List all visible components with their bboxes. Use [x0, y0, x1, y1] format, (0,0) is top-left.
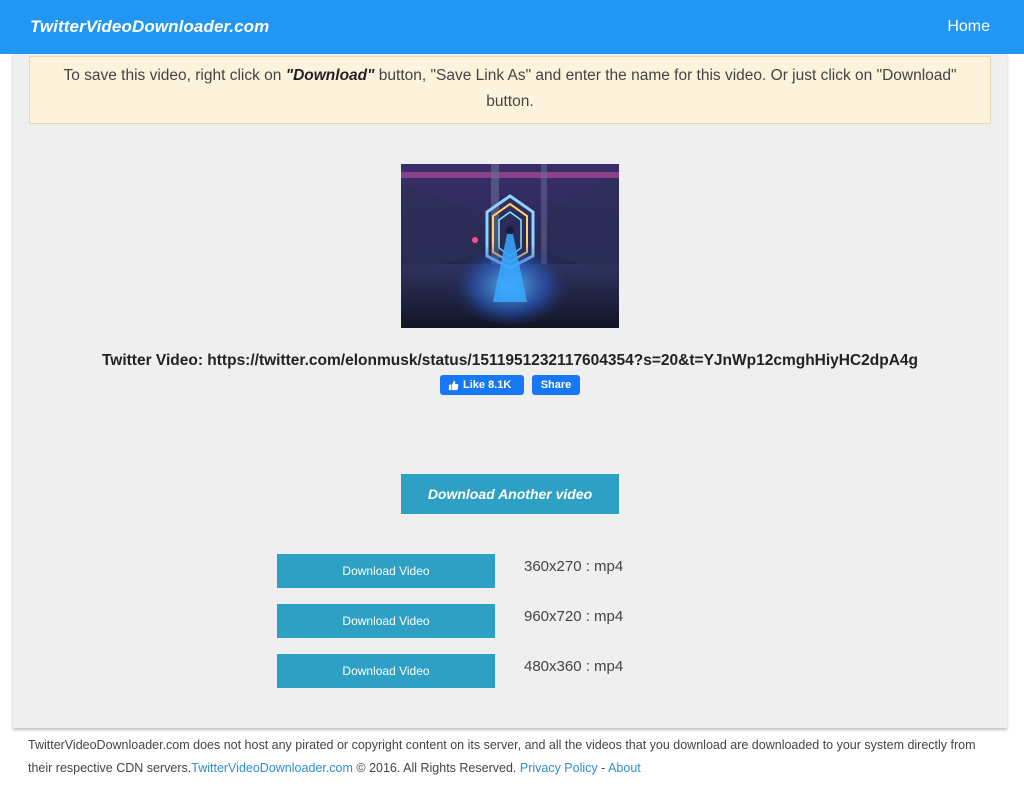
notice-emphasis: "Download" [285, 67, 375, 84]
main-card: To save this video, right click on "Down… [13, 54, 1007, 728]
download-row: Download Video 960x720 : mp4 [277, 604, 777, 640]
privacy-policy-link[interactable]: Privacy Policy [520, 761, 598, 775]
footer-copyright: © 2016. All Rights Reserved. [352, 761, 520, 775]
notice-text-before: To save this video, right click on [63, 67, 286, 84]
brand-logo-link[interactable]: TwitterVideoDownloader.com [30, 17, 269, 37]
video-thumbnail[interactable] [401, 164, 619, 328]
facebook-share-button[interactable]: Share [532, 375, 580, 395]
footer: TwitterVideoDownloader.com does not host… [28, 734, 988, 780]
download-row: Download Video 360x270 : mp4 [277, 554, 777, 590]
video-thumbnail-image [401, 164, 619, 328]
home-link[interactable]: Home [947, 18, 990, 36]
video-format-label: 480x360 : mp4 [524, 658, 624, 675]
like-count-label: Like 8.1K [463, 379, 512, 391]
video-format-label: 960x720 : mp4 [524, 608, 624, 625]
footer-separator: - [597, 761, 609, 775]
about-link[interactable]: About [608, 761, 641, 775]
thumbs-up-icon [448, 380, 459, 390]
facebook-like-button[interactable]: Like 8.1K [440, 375, 524, 395]
video-title: Twitter Video: https://twitter.com/elonm… [101, 352, 919, 369]
video-format-label: 360x270 : mp4 [524, 558, 624, 575]
social-buttons: Like 8.1K Share [440, 375, 580, 395]
footer-site-link[interactable]: TwitterVideoDownloader.com [191, 761, 353, 775]
download-video-button[interactable]: Download Video [277, 604, 495, 638]
navbar: TwitterVideoDownloader.com Home [0, 0, 1024, 54]
save-instructions-notice: To save this video, right click on "Down… [29, 56, 991, 124]
download-another-video-button[interactable]: Download Another video [401, 474, 619, 514]
download-video-button[interactable]: Download Video [277, 554, 495, 588]
download-row: Download Video 480x360 : mp4 [277, 654, 777, 690]
download-video-button[interactable]: Download Video [277, 654, 495, 688]
notice-text-after: button, "Save Link As" and enter the nam… [374, 67, 957, 110]
